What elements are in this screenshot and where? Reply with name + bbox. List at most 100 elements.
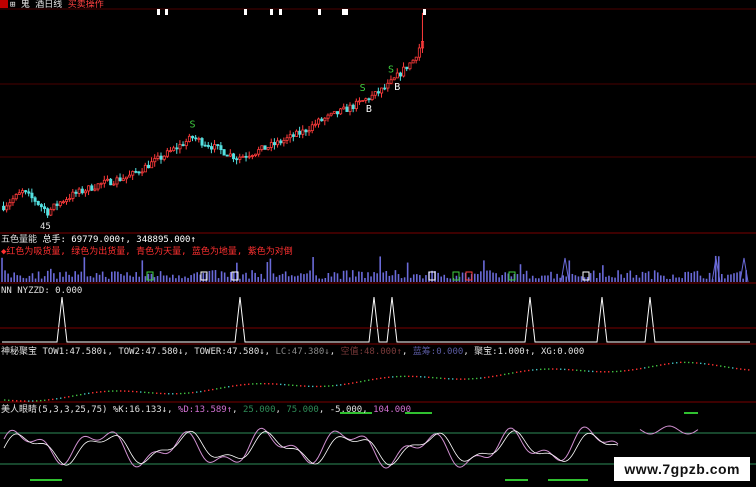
price-candle-body [326,114,330,119]
volume-legend: ◆红色为吸货量, 绿色为出货量, 青色为天量, 蓝色为地量, 紫色为对倒 [1,247,293,257]
price-candle-body [128,174,132,178]
header-menu-2[interactable]: 买卖操作 [68,0,104,10]
price-candle-body [279,140,283,144]
treasure-dot [296,384,298,387]
price-candle-body [206,144,210,147]
treasure-dot [576,369,578,371]
low-price-label: 45 [40,222,51,232]
treasure-dot [628,369,630,372]
price-candle-body [140,171,144,174]
price-candle-body [383,87,387,90]
price-candle-body [414,56,418,61]
top-marker [345,9,348,15]
treasure-xg-name: XG [540,347,552,357]
treasure-dot [468,378,470,380]
price-candle-body [156,155,160,159]
price-candle-body [254,153,258,156]
volume-total: 总手: 69779.000↑, 348895.000↑ [42,235,196,245]
treasure-dot [464,378,466,380]
header-menu-1[interactable]: ⊞ 鬼 酒日线 [10,0,62,10]
price-candle-body [266,147,270,150]
price-candle-body [376,91,380,94]
price-candle-body [27,191,31,194]
treasure-dot [76,394,78,397]
kdj-d-name: %D [177,405,189,415]
treasure-dot [492,375,494,378]
treasure-dot [580,369,582,372]
price-candle-body [402,66,406,77]
treasure-dot [620,370,622,372]
treasure-dot [284,383,286,386]
price-candle-body [150,161,154,169]
treasure-dot [472,378,474,380]
treasure-dot [572,369,574,371]
treasure-dot [444,377,446,380]
price-candle-body [342,106,346,110]
price-candle-body [241,155,245,158]
treasure-dot [180,392,182,395]
price-candle-body [272,142,276,146]
treasure-dot [412,375,414,378]
treasure-dot [552,368,554,370]
price-candle-body [244,155,248,158]
price-candle-body [203,144,207,147]
treasure-dot [20,400,22,402]
treasure-dot [544,368,546,370]
price-candle-body [55,203,59,206]
treasure-dot [148,391,150,394]
treasure-dot [656,365,658,367]
price-candle-body [30,192,34,199]
price-candle-body [288,134,292,139]
treasure-title: 神秘聚宝 [1,347,38,357]
price-candle-body [298,130,302,135]
price-candle-body [345,106,349,112]
treasure-dot [324,385,326,387]
treasure-dot [456,378,458,380]
treasure-dot [84,393,86,395]
price-candle-body [209,146,213,150]
treasure-dot [244,383,246,386]
price-candle-body [153,158,157,163]
treasure-dot [100,391,102,393]
price-candle-body [301,129,305,135]
treasure-dot [636,368,638,370]
price-candle-body [84,190,88,194]
top-marker [318,9,321,15]
price-candle-body [351,104,355,110]
treasure-dot [392,376,394,378]
treasure-dot [488,376,490,378]
price-candle-body [165,150,169,157]
price-candle-body [235,158,239,161]
menu-icon[interactable] [0,0,8,8]
price-candle-body [392,77,396,81]
top-marker [165,9,168,15]
top-marker [423,9,426,15]
treasure-lc-value: 47.380↓ [291,347,330,357]
price-candle-body [20,190,24,194]
price-candle-body [58,201,62,206]
treasure-dot [320,385,322,388]
treasure-dot [44,399,46,401]
treasure-dot [8,399,10,402]
treasure-dot [104,390,106,393]
treasure-dot [372,378,374,381]
treasure-dot [80,393,82,396]
treasure-dot [416,375,418,378]
treasure-dot [112,390,114,392]
treasure-dot [720,365,722,367]
kdj-k-value: 16.133↓ [129,405,168,415]
treasure-dot [708,363,710,365]
price-candle-body [143,164,147,173]
price-candle-body [263,145,267,150]
treasure-dot [172,393,174,395]
treasure-dot [124,390,126,392]
price-candle-body [93,188,97,191]
treasure-dot [428,376,430,378]
treasure-dot [632,369,634,371]
treasure-dot [648,366,650,368]
price-candle-body [146,164,150,169]
price-candle-body [304,129,308,133]
treasure-dot [368,379,370,381]
treasure-dot [600,371,602,373]
treasure-dot [48,399,50,401]
